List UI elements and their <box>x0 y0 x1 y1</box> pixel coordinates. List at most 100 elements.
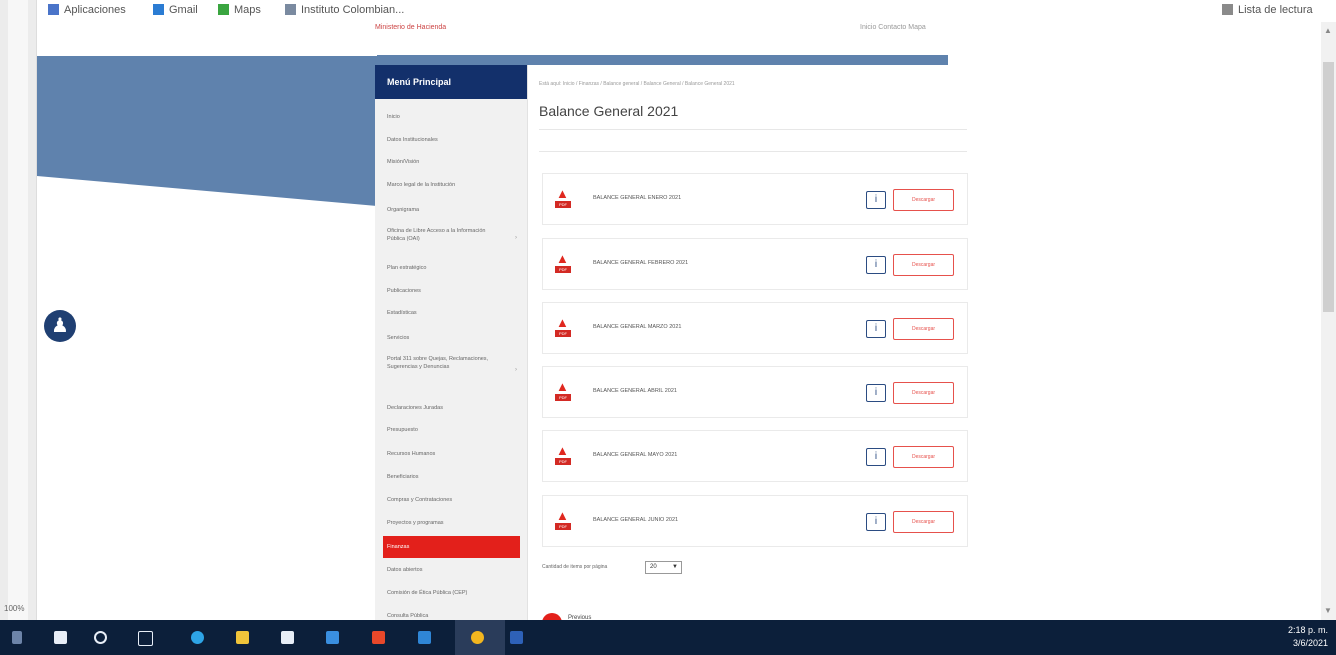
pdf-file-icon: ▲ PDF <box>555 380 571 402</box>
document-name: BALANCE GENERAL FEBRERO 2021 <box>593 260 689 266</box>
sidebar-item-inicio[interactable]: Inicio <box>387 113 512 121</box>
bookmark-gmail[interactable]: Gmail <box>153 4 198 16</box>
sidebar-item-compras[interactable]: Compras y Contrataciones <box>387 496 512 504</box>
sidebar-item-mision[interactable]: Misión/Visión <box>387 158 512 166</box>
items-per-page-select[interactable]: 20 ▼ <box>645 561 682 574</box>
search-icon[interactable] <box>94 631 107 644</box>
office-icon[interactable] <box>372 631 385 644</box>
bookmark-site[interactable]: Instituto Colombian... <box>285 4 404 16</box>
info-icon: i <box>874 516 878 527</box>
system-clock[interactable]: 2:18 p. m. 3/6/2021 <box>1288 624 1328 650</box>
chevron-right-icon: › <box>515 235 517 241</box>
edge-icon[interactable] <box>191 631 204 644</box>
info-button[interactable]: i <box>866 448 886 466</box>
download-button[interactable]: Descargar <box>893 446 954 468</box>
windows-start-icon[interactable] <box>54 631 67 644</box>
items-per-page-label: Cantidad de items por página <box>542 564 608 570</box>
scroll-up-icon[interactable]: ▲ <box>1324 26 1332 35</box>
chevron-down-icon: ▼ <box>672 564 678 570</box>
scrollbar-thumb[interactable] <box>1323 62 1334 312</box>
document-name: BALANCE GENERAL JUNIO 2021 <box>593 517 679 523</box>
document-row: ▲ PDF BALANCE GENERAL MAYO 2021 i Descarg… <box>542 430 968 482</box>
reading-list-icon <box>1222 4 1233 15</box>
maps-icon <box>218 4 229 15</box>
bookmark-maps[interactable]: Maps <box>218 4 261 16</box>
divider <box>539 129 967 130</box>
clock-date: 3/6/2021 <box>1292 638 1328 648</box>
file-explorer-icon[interactable] <box>236 631 249 644</box>
store-icon[interactable] <box>281 631 294 644</box>
sidebar-item-finanzas[interactable]: Finanzas <box>383 536 520 558</box>
clock-time: 2:18 p. m. <box>1287 625 1328 635</box>
header-top-links[interactable]: Inicio Contacto Mapa <box>860 24 926 31</box>
bookmark-aplicaciones[interactable]: Aplicaciones <box>48 4 126 16</box>
accessibility-button[interactable]: ♟ <box>44 310 76 342</box>
page-title: Balance General 2021 <box>539 103 679 119</box>
pdf-file-icon: ▲ PDF <box>555 444 571 466</box>
chevron-right-icon: › <box>515 367 517 373</box>
document-row: ▲ PDF BALANCE GENERAL FEBRERO 2021 i Desc… <box>542 238 968 290</box>
document-row: ▲ PDF BALANCE GENERAL ENERO 2021 i Descar… <box>542 173 968 225</box>
page-scrollbar[interactable]: ▲ ▼ <box>1321 22 1336 620</box>
info-button[interactable]: i <box>866 320 886 338</box>
divider <box>539 151 967 152</box>
left-scrollbar[interactable] <box>8 0 28 620</box>
sidebar-item-presupuesto[interactable]: Presupuesto <box>387 426 512 434</box>
sidebar-item-estadisticas[interactable]: Estadísticas <box>387 309 512 317</box>
left-gutter <box>0 0 37 620</box>
info-icon: i <box>874 259 878 270</box>
bookmark-site-icon <box>285 4 296 15</box>
zoom-level: 100% <box>4 604 25 613</box>
reading-list-button[interactable]: Lista de lectura <box>1222 4 1313 16</box>
sidebar-item-datos-abiertos[interactable]: Datos abiertos <box>387 566 512 574</box>
info-button[interactable]: i <box>866 256 886 274</box>
show-desktop-icon[interactable] <box>12 631 22 644</box>
sidebar-item-declaraciones[interactable]: Declaraciones Juradas <box>387 404 512 412</box>
sidebar-menu: Menú Principal Inicio Datos Instituciona… <box>375 65 528 621</box>
sidebar-item-consulta-publica[interactable]: Consulta Pública <box>387 612 512 620</box>
gmail-icon <box>153 4 164 15</box>
sidebar-item-publicaciones[interactable]: Publicaciones <box>387 287 512 295</box>
info-button[interactable]: i <box>866 384 886 402</box>
windows-taskbar: 2:18 p. m. 3/6/2021 <box>0 620 1336 655</box>
sidebar-item-beneficiarios[interactable]: Beneficiarios <box>387 473 512 481</box>
pdf-file-icon: ▲ PDF <box>555 316 571 338</box>
info-icon: i <box>874 323 878 334</box>
document-name: BALANCE GENERAL MAYO 2021 <box>593 452 678 458</box>
task-view-icon[interactable] <box>138 631 153 646</box>
header-blue-bar <box>377 55 948 65</box>
download-button[interactable]: Descargar <box>893 318 954 340</box>
sidebar-item-oai[interactable]: Oficina de Libre Acceso a la Información… <box>387 227 492 243</box>
document-row: ▲ PDF BALANCE GENERAL JUNIO 2021 i Descar… <box>542 495 968 547</box>
document-name: BALANCE GENERAL MARZO 2021 <box>593 324 682 330</box>
document-name: BALANCE GENERAL ENERO 2021 <box>593 195 682 201</box>
pdf-file-icon: ▲ PDF <box>555 509 571 531</box>
scroll-down-icon[interactable]: ▼ <box>1324 606 1332 615</box>
download-button[interactable]: Descargar <box>893 189 954 211</box>
sidebar-item-servicios[interactable]: Servicios <box>387 334 512 342</box>
outlook-icon[interactable] <box>418 631 431 644</box>
sidebar-item-recursos-humanos[interactable]: Recursos Humanos <box>387 450 512 458</box>
word-icon[interactable] <box>510 631 523 644</box>
info-button[interactable]: i <box>866 513 886 531</box>
mail-icon[interactable] <box>326 631 339 644</box>
sidebar-title: Menú Principal <box>375 65 527 99</box>
document-row: ▲ PDF BALANCE GENERAL ABRIL 2021 i Descar… <box>542 366 968 418</box>
sidebar-item-marco-legal[interactable]: Marco legal de la Institución <box>387 181 512 189</box>
sidebar-item-organigrama[interactable]: Organigrama <box>387 206 512 214</box>
download-button[interactable]: Descargar <box>893 382 954 404</box>
info-button[interactable]: i <box>866 191 886 209</box>
chrome-icon[interactable] <box>471 631 484 644</box>
document-name: BALANCE GENERAL ABRIL 2021 <box>593 388 677 394</box>
sidebar-item-plan-estrategico[interactable]: Plan estratégico <box>387 264 512 272</box>
site-header-link[interactable]: Ministerio de Hacienda <box>375 24 446 31</box>
info-icon: i <box>874 387 878 398</box>
sidebar-item-cep[interactable]: Comisión de Ética Pública (CEP) <box>387 589 512 597</box>
sidebar-item-proyectos[interactable]: Proyectos y programas <box>387 519 512 527</box>
accessibility-icon: ♟ <box>51 315 69 337</box>
sidebar-item-portal-311[interactable]: Portal 311 sobre Quejas, Reclamaciones, … <box>387 355 492 371</box>
sidebar-item-datos-institucionales[interactable]: Datos Institucionales <box>387 136 512 144</box>
download-button[interactable]: Descargar <box>893 254 954 276</box>
document-row: ▲ PDF BALANCE GENERAL MARZO 2021 i Descar… <box>542 302 968 354</box>
download-button[interactable]: Descargar <box>893 511 954 533</box>
